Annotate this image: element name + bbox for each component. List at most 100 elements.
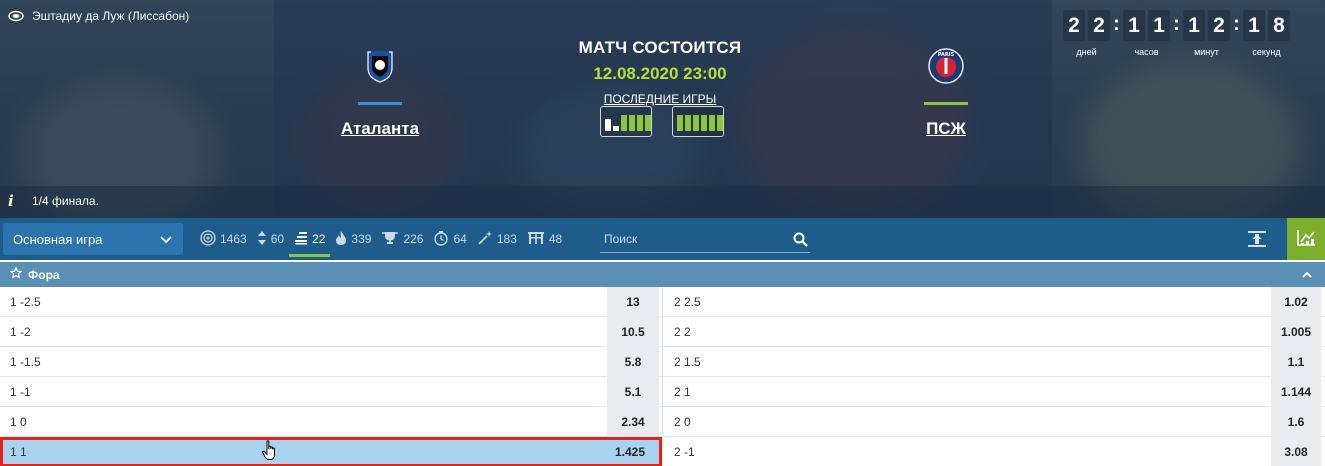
countdown-digit: 1 [1243,10,1265,41]
chevron-up-icon[interactable] [1301,269,1313,283]
filter-count: 226 [403,232,424,246]
tournament-round: i 1/4 финала. [8,192,99,210]
gate-icon [527,231,545,248]
filter-count: 60 [270,232,285,246]
form-bar [717,115,723,131]
search-input[interactable] [600,232,780,246]
market-group-select[interactable]: Основная игра [3,223,183,255]
team-home: Аталанта [310,48,450,139]
odds-value[interactable]: 10.5 [607,317,659,347]
countdown-digit: 2 [1063,10,1085,41]
countdown-digit: 1 [1123,10,1145,41]
filter-count: 48 [548,232,563,246]
info-icon[interactable]: i [8,192,18,210]
trophy-icon [381,231,399,248]
target-icon [200,229,216,249]
updown-icon [257,230,267,249]
outcome-label: 2 -1 [674,445,695,459]
filter-count: 1463 [220,232,247,246]
match-status: МАТЧ СОСТОИТСЯ 12.08.2020 23:00 ПОСЛЕДНИ… [560,38,760,106]
odds-cell[interactable]: 2 1 1.144 [662,377,1324,407]
odds-value[interactable]: 2.34 [607,407,659,437]
filter-tab-totals[interactable]: 60 [252,218,289,260]
countdown-digit: 1 [1148,10,1170,41]
timer-icon [433,230,449,249]
odds-value[interactable]: 1.005 [1271,317,1321,347]
filter-tab-stats[interactable]: 183 [472,218,522,260]
filter-count: 22 [312,232,326,246]
filter-tabs: 1463 60 22 339 226 64 183 48 [195,218,567,260]
outcome-label: 2 2 [674,325,691,339]
filter-tab-goals[interactable]: 48 [522,218,567,260]
psg-logo-icon: PARIS [928,48,964,84]
form-bar [629,115,635,131]
odds-cell[interactable]: 2 2 1.005 [662,317,1324,347]
away-form-indicator[interactable] [672,106,724,137]
odds-table: 1 -2.5 13 2 2.5 1.02 1 -2 10.5 2 2 1.005… [0,287,1325,466]
match-hero: Эштадиу да Луж (Лиссабон) Аталанта МАТЧ … [0,0,1325,218]
odds-cell[interactable]: 2 2.5 1.02 [662,287,1324,317]
search-icon[interactable] [793,232,808,252]
odds-value[interactable]: 5.1 [607,377,659,407]
table-row: 1 -2 10.5 2 2 1.005 [0,317,1325,347]
odds-cell-selected[interactable]: 1 1 1.425 [0,437,662,466]
odds-value[interactable]: 1.1 [1271,347,1321,377]
odds-cell[interactable]: 2 0 1.6 [662,407,1324,437]
odds-cell[interactable]: 1 -2 10.5 [0,317,662,347]
odds-cell[interactable]: 1 -1.5 5.8 [0,347,662,377]
form-bar [677,115,683,131]
form-bar [709,115,715,131]
market-toolbar: Основная игра 1463 60 22 339 226 64 183 … [0,218,1325,260]
odds-value[interactable]: 13 [607,287,659,317]
home-form-indicator[interactable] [600,106,652,137]
odds-cell[interactable]: 1 0 2.34 [0,407,662,437]
form-bar [645,115,651,131]
collapse-markets-icon[interactable] [1246,228,1268,255]
odds-value[interactable]: 1.6 [1271,407,1321,437]
odds-cell[interactable]: 2 1.5 1.1 [662,347,1324,377]
odds-value[interactable]: 5.8 [607,347,659,377]
filter-count: 64 [453,232,467,246]
venue-name: Эштадиу да Луж (Лиссабон) [32,9,190,23]
filter-tab-all[interactable]: 1463 [195,218,252,260]
atalanta-logo-icon [362,48,398,84]
round-label: 1/4 финала. [32,194,99,208]
market-header[interactable]: Фора [0,262,1325,287]
filter-count: 339 [351,232,372,246]
table-row: 1 -1.5 5.8 2 1.5 1.1 [0,347,1325,377]
form-bar [693,115,699,131]
filter-count: 183 [496,232,517,246]
odds-cell[interactable]: 1 -2.5 13 [0,287,662,317]
odds-value[interactable]: 1.02 [1271,287,1321,317]
last-games-link[interactable]: ПОСЛЕДНИЕ ИГРЫ [560,92,760,106]
market-title: Фора [28,267,60,282]
outcome-label: 1 0 [10,415,27,429]
filter-tab-specials[interactable]: 226 [376,218,428,260]
outcome-label: 2 0 [674,415,691,429]
countdown-seconds: 1 8 секунд [1243,10,1290,57]
odds-cell[interactable]: 1 -1 5.1 [0,377,662,407]
odds-cell[interactable]: 2 -1 3.08 [662,437,1324,466]
filter-tab-popular[interactable]: 339 [330,218,376,260]
odds-value[interactable]: 1.144 [1271,377,1321,407]
countdown-separator: : [1113,13,1120,35]
hand-cursor-icon [262,440,278,466]
team-away: PARIS ПСЖ [876,48,1016,139]
list-icon [294,231,308,248]
countdown-days: 2 2 дней [1063,10,1110,57]
team-away-name[interactable]: ПСЖ [876,119,1016,139]
team-home-name[interactable]: Аталанта [310,119,450,139]
filter-tab-handicap[interactable]: 22 [289,218,331,260]
chevron-down-icon [159,232,173,249]
odds-value[interactable]: 3.08 [1271,437,1321,466]
match-datetime: 12.08.2020 23:00 [593,64,727,83]
odds-value[interactable]: 1.425 [604,437,656,466]
countdown-digit: 2 [1088,10,1110,41]
fire-icon [335,230,347,249]
team-away-accent [924,102,968,105]
outcome-label: 1 -1 [10,385,31,399]
statistics-button[interactable] [1287,218,1325,260]
filter-tab-periods[interactable]: 64 [428,218,471,260]
star-icon[interactable] [9,266,23,282]
countdown-label: часов [1134,47,1159,57]
